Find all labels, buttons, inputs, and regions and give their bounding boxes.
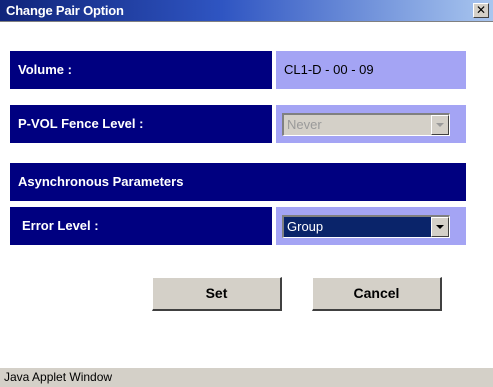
async-parameters-title: Asynchronous Parameters: [18, 174, 184, 189]
window-title: Change Pair Option: [6, 3, 124, 18]
fence-level-dropdown[interactable]: Never: [282, 113, 450, 136]
set-button[interactable]: Set: [152, 277, 282, 311]
status-bar: Java Applet Window: [0, 367, 493, 387]
error-level-value-block: Group: [276, 207, 466, 245]
async-parameters-header: Asynchronous Parameters: [10, 163, 466, 201]
cancel-button[interactable]: Cancel: [312, 277, 442, 311]
error-level-label-block: Error Level :: [10, 207, 272, 245]
fence-level-row: P-VOL Fence Level : Never: [10, 105, 466, 143]
volume-label-block: Volume :: [10, 51, 272, 89]
chevron-down-icon[interactable]: [431, 115, 449, 135]
chevron-down-icon[interactable]: [431, 217, 449, 237]
status-text: Java Applet Window: [4, 370, 113, 384]
async-parameters-section: Asynchronous Parameters: [10, 163, 466, 201]
fence-level-value-block: Never: [276, 105, 466, 143]
volume-value-block: CL1-D - 00 - 09: [276, 51, 466, 89]
error-level-label: Error Level :: [22, 218, 99, 233]
volume-value: CL1-D - 00 - 09: [284, 62, 374, 77]
close-button[interactable]: ✕: [473, 3, 489, 18]
fence-level-label-block: P-VOL Fence Level :: [10, 105, 272, 143]
close-icon: ✕: [475, 3, 487, 17]
error-level-selected: Group: [284, 217, 431, 237]
title-bar[interactable]: Change Pair Option ✕: [0, 0, 493, 22]
error-level-row: Error Level : Group: [10, 207, 466, 245]
error-level-dropdown[interactable]: Group: [282, 215, 450, 238]
volume-row: Volume : CL1-D - 00 - 09: [10, 51, 466, 89]
fence-level-selected: Never: [284, 115, 431, 135]
volume-label: Volume :: [18, 62, 72, 77]
fence-level-label: P-VOL Fence Level :: [18, 116, 144, 131]
